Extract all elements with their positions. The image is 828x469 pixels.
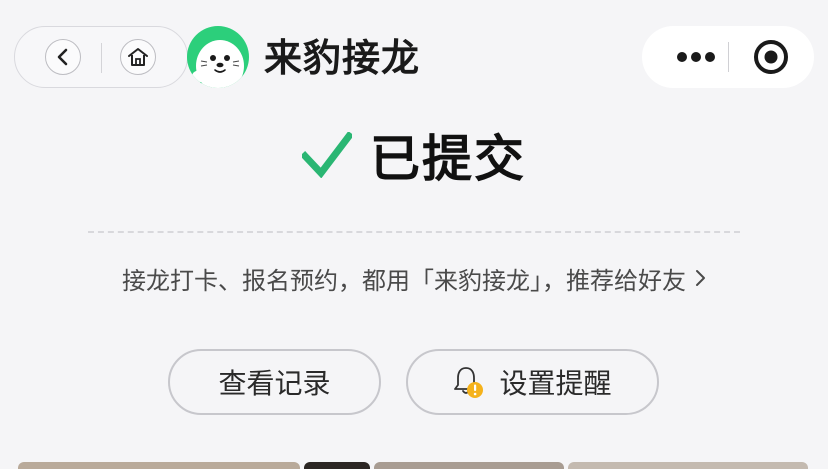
submit-status: 已提交 xyxy=(0,120,828,190)
check-icon xyxy=(302,132,352,178)
view-records-label: 查看记录 xyxy=(218,367,331,400)
image-thumb[interactable] xyxy=(18,462,300,469)
view-records-button[interactable]: 查看记录 xyxy=(168,349,381,415)
set-reminder-button[interactable]: 设置提醒 xyxy=(406,349,659,415)
dashed-divider xyxy=(88,231,740,233)
home-button[interactable] xyxy=(120,39,156,75)
more-dots-icon xyxy=(677,52,715,62)
menu-divider xyxy=(728,42,729,72)
nav-divider xyxy=(101,43,102,73)
set-reminder-label: 设置提醒 xyxy=(499,367,612,400)
bell-warning-icon xyxy=(453,365,485,399)
promo-link[interactable]: 接龙打卡、报名预约，都用「来豹接龙」，推荐给好友 xyxy=(0,258,828,298)
back-button[interactable] xyxy=(45,39,81,75)
nav-capsule xyxy=(14,26,188,88)
image-thumb[interactable] xyxy=(374,462,564,469)
chevron-right-icon xyxy=(696,270,705,286)
more-button[interactable] xyxy=(662,26,730,88)
promo-text: 接龙打卡、报名预约，都用「来豹接龙」，推荐给好友 xyxy=(122,266,686,295)
close-button[interactable] xyxy=(750,36,792,78)
image-thumb[interactable] xyxy=(304,462,370,469)
app-logo xyxy=(187,26,249,88)
status-text: 已提交 xyxy=(370,130,526,188)
chevron-left-icon xyxy=(57,48,68,66)
app-title: 来豹接龙 xyxy=(264,36,421,80)
menu-capsule xyxy=(642,26,814,88)
promo-arrow xyxy=(694,268,706,288)
home-icon xyxy=(128,48,148,66)
image-thumb[interactable] xyxy=(568,462,808,469)
bottom-image-strip xyxy=(18,462,810,469)
seal-mascot-icon xyxy=(192,40,244,88)
close-circle-icon xyxy=(754,40,788,74)
